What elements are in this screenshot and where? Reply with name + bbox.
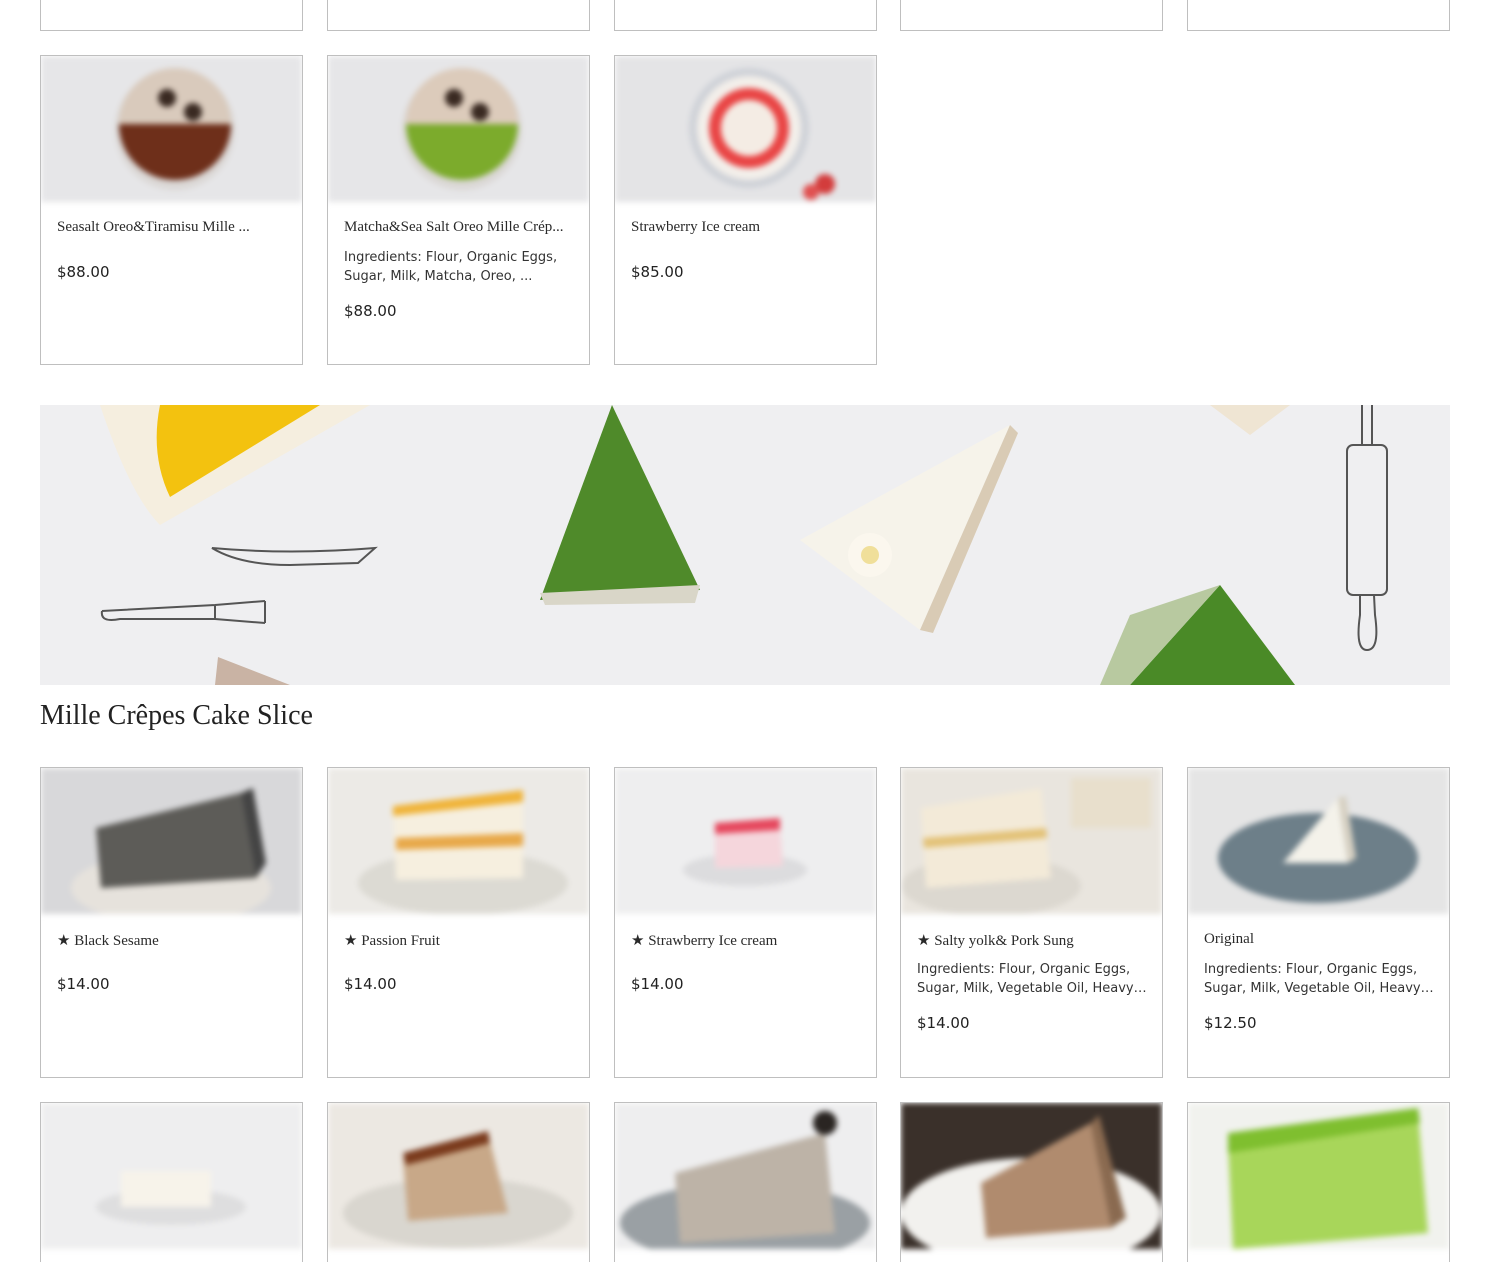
product-card[interactable]: ★ Strawberry Ice cream $14.00: [614, 767, 877, 1078]
product-price: $12.50: [1204, 1014, 1257, 1032]
product-card[interactable]: Strawberry Ice cream $85.00: [614, 55, 877, 365]
product-card[interactable]: [327, 1102, 590, 1262]
product-price: $14.00: [344, 975, 397, 993]
product-card[interactable]: [40, 0, 303, 31]
product-price: $88.00: [57, 263, 110, 281]
product-title[interactable]: Strawberry Ice cream: [631, 219, 864, 236]
product-card[interactable]: ★ Passion Fruit $14.00: [327, 767, 590, 1078]
product-price: $88.00: [344, 302, 397, 320]
product-title[interactable]: ★ Strawberry Ice cream: [631, 931, 864, 950]
product-price: $14.00: [917, 1014, 970, 1032]
oreo-slice-photo[interactable]: [615, 1103, 876, 1249]
product-card[interactable]: [614, 0, 877, 31]
original-slice-photo[interactable]: [1188, 768, 1449, 914]
product-price: $14.00: [57, 975, 110, 993]
black-sesame-slice-photo[interactable]: [41, 768, 302, 914]
strawberry-crepe-cake-photo[interactable]: [615, 56, 876, 202]
tiramisu-slice-photo[interactable]: [328, 1103, 589, 1249]
product-card[interactable]: Seasalt Oreo&Tiramisu Mille ... $88.00: [40, 55, 303, 365]
matcha-slice-photo[interactable]: [1188, 1103, 1449, 1249]
product-title[interactable]: ★ Passion Fruit: [344, 931, 577, 950]
matcha-oreo-crepe-cake-photo[interactable]: [328, 56, 589, 202]
product-card[interactable]: [900, 0, 1163, 31]
product-title[interactable]: ★ Salty yolk& Pork Sung: [917, 931, 1150, 950]
product-card[interactable]: [40, 1102, 303, 1262]
product-card[interactable]: [1187, 0, 1450, 31]
strawberry-slice-photo[interactable]: [615, 768, 876, 914]
product-card[interactable]: [900, 1102, 1163, 1262]
product-price: $85.00: [631, 263, 684, 281]
passion-fruit-slice-photo[interactable]: [328, 768, 589, 914]
section-heading: Mille Crêpes Cake Slice: [40, 700, 313, 731]
product-description: Ingredients: Flour, Organic Eggs, Sugar,…: [917, 962, 1134, 996]
crepe-cake-slices-banner: [40, 405, 1450, 685]
product-title[interactable]: ★ Black Sesame: [57, 931, 290, 950]
vanilla-slice-photo[interactable]: [41, 1103, 302, 1249]
product-card[interactable]: Original Ingredients: Flour, Organic Egg…: [1187, 767, 1450, 1078]
product-title[interactable]: Matcha&Sea Salt Oreo Mille Crép...: [344, 219, 577, 236]
product-card[interactable]: ★ Black Sesame $14.00: [40, 767, 303, 1078]
product-description: Ingredients: Flour, Organic Eggs, Sugar,…: [344, 250, 558, 284]
product-description: Ingredients: Flour, Organic Eggs, Sugar,…: [1204, 962, 1421, 996]
chocolate-slice-photo[interactable]: [901, 1103, 1162, 1249]
product-title[interactable]: Original: [1204, 931, 1437, 948]
tiramisu-oreo-crepe-cake-photo[interactable]: [41, 56, 302, 202]
product-card[interactable]: [614, 1102, 877, 1262]
product-card[interactable]: Matcha&Sea Salt Oreo Mille Crép... Ingre…: [327, 55, 590, 365]
product-card[interactable]: [327, 0, 590, 31]
salty-yolk-slice-photo[interactable]: [901, 768, 1162, 914]
product-title[interactable]: Seasalt Oreo&Tiramisu Mille ...: [57, 219, 290, 236]
product-price: $14.00: [631, 975, 684, 993]
product-card[interactable]: [1187, 1102, 1450, 1262]
product-card[interactable]: ★ Salty yolk& Pork Sung Ingredients: Flo…: [900, 767, 1163, 1078]
